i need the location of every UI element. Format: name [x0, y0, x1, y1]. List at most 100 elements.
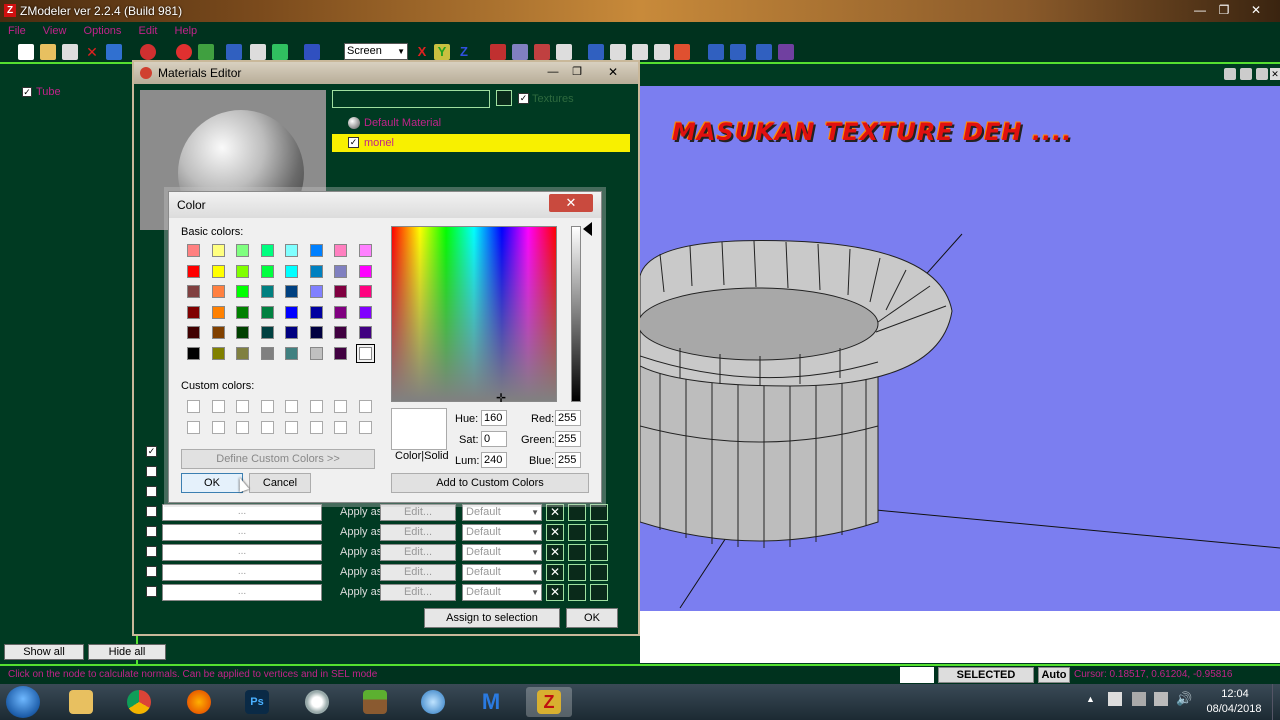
- clear-icon[interactable]: ✕: [546, 524, 564, 541]
- browse-icon[interactable]: [496, 90, 512, 106]
- custom-color-swatch[interactable]: [334, 420, 347, 434]
- basic-color-swatch[interactable]: [187, 264, 200, 278]
- basic-color-swatch[interactable]: [309, 305, 323, 319]
- basic-color-swatch[interactable]: [355, 343, 375, 363]
- basic-color-swatch[interactable]: [334, 326, 347, 339]
- menu-edit[interactable]: Edit: [139, 22, 158, 40]
- 3d-viewport[interactable]: MASUKAN TEXTURE DEH ....: [640, 86, 1280, 611]
- clear-icon[interactable]: ✕: [546, 544, 564, 561]
- basic-color-swatch[interactable]: [211, 346, 225, 360]
- tray-arrow-icon[interactable]: ▲: [1086, 694, 1095, 704]
- show-desktop-button[interactable]: [1272, 684, 1280, 720]
- axis-y-icon[interactable]: Y: [434, 44, 450, 60]
- auto-indicator[interactable]: Auto: [1038, 667, 1070, 683]
- basic-color-swatch[interactable]: [187, 285, 200, 298]
- slot-checkbox[interactable]: [146, 526, 157, 537]
- import-icon[interactable]: [106, 44, 122, 60]
- hue-input[interactable]: 160: [481, 410, 507, 426]
- luminance-arrow-icon[interactable]: [583, 222, 592, 236]
- hide-all-button[interactable]: Hide all: [88, 644, 166, 660]
- slot-checkbox[interactable]: [146, 466, 157, 477]
- clock-date[interactable]: 08/04/2018: [1202, 703, 1266, 715]
- basic-color-swatch[interactable]: [187, 244, 200, 257]
- minimize-button[interactable]: —: [1188, 2, 1212, 18]
- edit-button[interactable]: Edit...: [380, 584, 456, 601]
- texture-slot[interactable]: ...: [162, 524, 322, 541]
- taskbar-firefox[interactable]: [176, 687, 222, 717]
- copy-icon[interactable]: [568, 564, 586, 581]
- clock-time[interactable]: 12:04: [1210, 688, 1260, 700]
- taskbar-explorer[interactable]: [58, 687, 104, 717]
- page-icon[interactable]: [250, 44, 266, 60]
- apply-mode-select[interactable]: Default ▼: [462, 524, 542, 541]
- box-icon[interactable]: [610, 44, 626, 60]
- material-checkbox[interactable]: ✓: [348, 137, 359, 148]
- basic-color-swatch[interactable]: [309, 264, 323, 278]
- edit-button[interactable]: Edit...: [380, 524, 456, 541]
- taskbar-chrome[interactable]: [116, 687, 162, 717]
- basic-color-swatch[interactable]: [260, 264, 274, 278]
- basic-color-swatch[interactable]: [285, 305, 298, 319]
- cylinder-icon[interactable]: [654, 44, 670, 60]
- custom-color-swatch[interactable]: [187, 420, 200, 434]
- taskbar-maxthon[interactable]: M: [468, 687, 514, 717]
- apply-mode-select[interactable]: Default ▼: [462, 544, 542, 561]
- rotate-icon[interactable]: [512, 44, 528, 60]
- basic-color-swatch[interactable]: [309, 346, 323, 360]
- basic-color-swatch[interactable]: [309, 285, 323, 298]
- basic-color-swatch[interactable]: [358, 285, 372, 298]
- ok-button[interactable]: OK: [181, 473, 243, 493]
- custom-color-swatch[interactable]: [236, 420, 249, 434]
- close-button[interactable]: ✕: [602, 64, 624, 80]
- luminance-slider[interactable]: [571, 226, 581, 402]
- cancel-button[interactable]: Cancel: [249, 473, 311, 493]
- basic-color-swatch[interactable]: [285, 264, 298, 278]
- basic-color-swatch[interactable]: [358, 305, 372, 319]
- custom-color-swatch[interactable]: [211, 400, 225, 413]
- open-folder-icon[interactable]: [40, 44, 56, 60]
- custom-color-swatch[interactable]: [187, 400, 200, 413]
- paste-icon[interactable]: [590, 504, 608, 521]
- materials-ok-button[interactable]: OK: [566, 608, 618, 628]
- menu-view[interactable]: View: [43, 22, 67, 40]
- material-name-input[interactable]: [332, 90, 490, 108]
- camera-icon[interactable]: [730, 44, 746, 60]
- taskbar-network[interactable]: [410, 687, 456, 717]
- basic-color-swatch[interactable]: [236, 305, 249, 319]
- basic-color-swatch[interactable]: [309, 244, 323, 257]
- axis-x-icon[interactable]: X: [414, 44, 430, 60]
- menu-help[interactable]: Help: [175, 22, 198, 40]
- menu-options[interactable]: Options: [84, 22, 122, 40]
- blue-input[interactable]: 255: [555, 452, 581, 468]
- texture-slot[interactable]: ...: [162, 584, 322, 601]
- redo-icon[interactable]: [272, 44, 288, 60]
- red-input[interactable]: 255: [555, 410, 581, 426]
- sat-input[interactable]: 0: [481, 431, 507, 447]
- basic-color-swatch[interactable]: [236, 326, 249, 339]
- image-icon[interactable]: [198, 44, 214, 60]
- pan-icon[interactable]: [1240, 68, 1252, 80]
- sphere-icon[interactable]: [176, 44, 192, 60]
- material-icon[interactable]: [674, 44, 690, 60]
- edit-button[interactable]: Edit...: [380, 544, 456, 561]
- select-tool-icon[interactable]: [304, 44, 320, 60]
- custom-color-swatch[interactable]: [285, 400, 298, 413]
- custom-color-swatch[interactable]: [260, 420, 274, 434]
- custom-color-swatch[interactable]: [309, 420, 323, 434]
- close-button[interactable]: ✕: [1244, 2, 1268, 18]
- basic-color-swatch[interactable]: [285, 346, 298, 360]
- basic-color-swatch[interactable]: [334, 264, 347, 278]
- basic-color-swatch[interactable]: [236, 285, 249, 298]
- viewport-close-icon[interactable]: ✕: [1270, 68, 1280, 80]
- basic-color-swatch[interactable]: [260, 305, 274, 319]
- new-file-icon[interactable]: [18, 44, 34, 60]
- custom-color-swatch[interactable]: [260, 400, 274, 413]
- edit-button[interactable]: Edit...: [380, 504, 456, 521]
- basic-color-swatch[interactable]: [358, 264, 372, 278]
- basic-color-swatch[interactable]: [334, 346, 347, 360]
- slot-checkbox[interactable]: ✓: [146, 446, 157, 457]
- slot-checkbox[interactable]: [146, 486, 157, 497]
- light-icon[interactable]: [708, 44, 724, 60]
- basic-color-swatch[interactable]: [211, 264, 225, 278]
- basic-color-swatch[interactable]: [211, 244, 225, 257]
